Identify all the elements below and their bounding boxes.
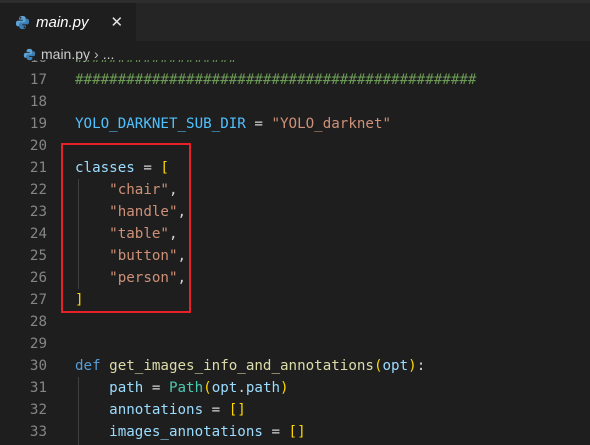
code-token: path [245, 380, 281, 396]
line-number: 31 [29, 380, 47, 396]
line-number: 23 [29, 204, 47, 220]
code-line: 17 ######################################… [0, 69, 590, 91]
code-token: ) [280, 380, 289, 396]
code-line: 33 images_annotations = [] [0, 421, 590, 443]
code-text: def get_images_info_and_annotations(opt)… [75, 355, 425, 377]
code-token: images_annotations [109, 424, 263, 440]
tab-title: main.py [36, 13, 89, 31]
code-token: : [416, 358, 426, 374]
code-token: ########################################… [75, 72, 477, 88]
line-number: 26 [29, 270, 47, 286]
code-token: ################### [75, 60, 237, 66]
code-token: YOLO_DARKNET_SUB_DIR [75, 116, 246, 132]
code-text: annotations = [] [75, 399, 246, 421]
line-number: 28 [29, 314, 47, 330]
code-line: 18 [0, 91, 590, 113]
indent-guide [78, 421, 79, 443]
code-text: ################### [75, 60, 237, 69]
line-number: 22 [29, 182, 47, 198]
code-token: [] [288, 424, 306, 440]
code-line: 29 [0, 333, 590, 355]
line-number: 17 [29, 72, 47, 88]
code-token: Path [168, 380, 204, 396]
code-text: path = Path(opt.path) [75, 377, 289, 399]
code-token: opt [211, 380, 238, 396]
code-line: 16 ################### [0, 60, 590, 69]
code-token: ( [373, 358, 383, 374]
line-number: 21 [29, 160, 47, 176]
python-file-icon [22, 47, 36, 61]
line-number: 27 [29, 292, 47, 308]
line-number: 19 [29, 116, 47, 132]
code-token: annotations [109, 402, 204, 418]
code-line: 19 YOLO_DARKNET_SUB_DIR = "YOLO_darknet" [0, 113, 590, 135]
code-token: opt [382, 358, 409, 374]
indent-guide [78, 399, 79, 421]
code-token: def [75, 358, 101, 374]
line-number: 18 [29, 94, 47, 110]
line-number: 20 [29, 138, 47, 154]
highlight-box [61, 143, 191, 313]
code-token: = [203, 402, 229, 418]
code-text: ########################################… [75, 69, 476, 91]
line-number: 30 [29, 358, 47, 374]
indent-guide [78, 377, 79, 399]
code-line: 28 [0, 311, 590, 333]
code-text: images_annotations = [] [75, 421, 306, 443]
code-token: ) [408, 358, 417, 374]
code-line: 30 def get_images_info_and_annotations(op… [0, 355, 590, 377]
line-number: 25 [29, 248, 47, 264]
code-token: = [143, 380, 169, 396]
python-file-icon [14, 14, 30, 30]
close-tab-icon[interactable]: ✕ [111, 14, 124, 30]
code-token: ( [203, 380, 212, 396]
code-token: = [245, 116, 272, 132]
code-token: [] [228, 402, 246, 418]
code-text: YOLO_DARKNET_SUB_DIR = "YOLO_darknet" [75, 113, 391, 135]
code-token: . [237, 380, 246, 396]
tab-main-py[interactable]: main.py ✕ [0, 3, 136, 41]
line-number: 16 [0, 60, 47, 69]
line-number: 33 [29, 424, 47, 440]
code-token: = [262, 424, 289, 440]
line-number: 24 [29, 226, 47, 242]
code-token: "YOLO_darknet" [271, 116, 392, 132]
code-token: path [109, 380, 144, 396]
line-number: 29 [29, 336, 47, 352]
code-line: 32 annotations = [] [0, 399, 590, 421]
code-line: 31 path = Path(opt.path) [0, 377, 590, 399]
code-token: get_images_info_and_annotations [109, 358, 374, 374]
tab-bar: main.py ✕ [0, 3, 590, 41]
line-number: 32 [29, 402, 47, 418]
